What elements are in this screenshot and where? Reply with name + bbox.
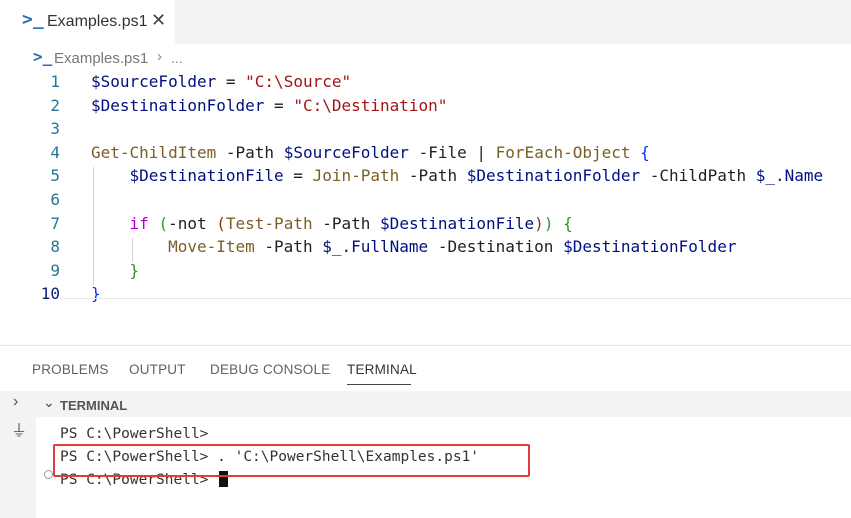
close-icon[interactable]: ✕ [151,10,166,31]
terminal-line-1: PS C:\PowerShell> [60,426,209,442]
highlight-box [53,444,530,477]
line-number: 1 [50,72,60,91]
tab-examples-ps1[interactable]: >_ Examples.ps1 ✕ [0,0,175,44]
code-text: Get-ChildItem -Path $SourceFolder -File … [91,142,650,162]
code-line-10: 10 } [0,284,851,308]
powershell-icon: >_ [22,9,44,30]
breadcrumb-file[interactable]: Examples.ps1 [54,50,148,67]
bottom-panel: PROBLEMS OUTPUT DEBUG CONSOLE TERMINAL ›… [0,345,851,518]
line-number: 3 [50,119,60,139]
code-editor[interactable]: 1 $SourceFolder = "C:\Source" 2 $Destina… [0,72,851,310]
breadcrumb-separator-icon: › [157,48,162,65]
code-line-5: 5 $DestinationFile = Join-Path -Path $De… [0,166,851,190]
terminal-header[interactable]: ⌄ TERMINAL [36,391,851,417]
terminal-title: TERMINAL [60,398,128,413]
line-number: 2 [50,95,60,115]
line-number: 8 [50,237,60,257]
line-number: 5 [50,166,60,186]
tab-debug-console[interactable]: DEBUG CONSOLE [210,362,330,377]
terminal-sidebar: › ⏚ [0,391,36,518]
line-number: 10 [40,284,60,304]
editor-tab-bar: >_ Examples.ps1 ✕ [0,0,851,44]
line-number: 7 [50,213,60,233]
breadcrumb: >_ Examples.ps1 › ... [0,44,851,72]
circle-decoration-icon [44,470,53,479]
code-line-6: 6 [0,190,851,214]
line-number: 4 [50,142,60,162]
code-text: Move-Item -Path $_.FullName -Destination… [168,237,737,257]
code-text: } [129,260,140,280]
breadcrumb-more[interactable]: ... [171,50,183,66]
terminal[interactable]: ⌄ TERMINAL PS C:\PowerShell> PS C:\Power… [36,391,851,518]
tab-label: Examples.ps1 [47,13,148,30]
tab-output[interactable]: OUTPUT [129,362,186,377]
tab-terminal[interactable]: TERMINAL [347,362,417,377]
code-line-3: 3 [0,119,851,143]
code-text: $DestinationFolder = "C:\Destination" [91,95,448,115]
code-line-4: 4 Get-ChildItem -Path $SourceFolder -Fil… [0,143,851,167]
terminal-panel-body: › ⏚ ⌄ TERMINAL PS C:\PowerShell> PS C:\P… [0,391,851,518]
panel-tab-bar: PROBLEMS OUTPUT DEBUG CONSOLE TERMINAL [0,346,851,391]
code-line-7: 7 if (-not (Test-Path -Path $Destination… [0,214,851,238]
code-line-8: 8 Move-Item -Path $_.FullName -Destinati… [0,237,851,261]
code-line-1: 1 $SourceFolder = "C:\Source" [0,72,851,96]
code-line-9: 9 } [0,261,851,285]
active-tab-underline [347,384,411,385]
chevron-right-icon[interactable]: › [13,393,18,411]
code-text: } [91,284,101,304]
tab-problems[interactable]: PROBLEMS [32,362,109,377]
powershell-file-icon: >_ [33,47,53,66]
chevron-down-icon[interactable]: ⌄ [43,394,55,411]
current-line-highlight [60,298,851,299]
code-line-2: 2 $DestinationFolder = "C:\Destination" [0,96,851,120]
code-text: $SourceFolder = "C:\Source" [91,72,352,91]
code-text: $DestinationFile = Join-Path -Path $Dest… [129,166,824,186]
code-text: if (-not (Test-Path -Path $DestinationFi… [129,213,573,233]
plug-icon[interactable]: ⏚ [11,417,27,441]
line-number: 9 [50,260,60,280]
line-number: 6 [50,190,60,209]
